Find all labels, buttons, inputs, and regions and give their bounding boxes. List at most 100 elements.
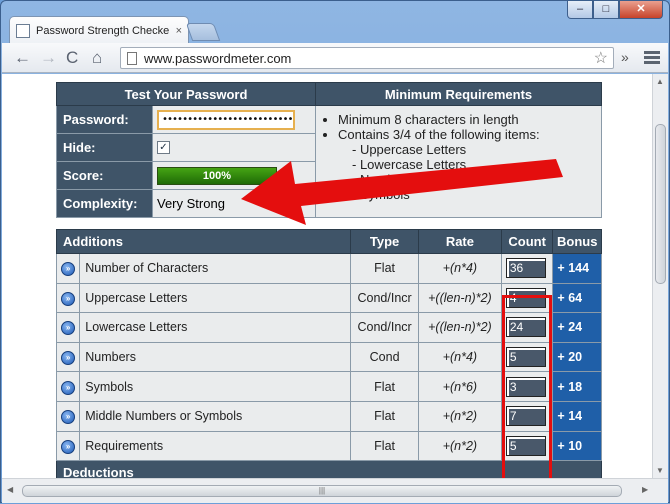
count-header: Count	[500, 229, 554, 254]
menu-icon[interactable]	[644, 49, 660, 65]
tab-close-icon[interactable]: ×	[176, 25, 182, 37]
row-info-cell: »	[55, 430, 81, 462]
window-caption-buttons: – □ ✕	[567, 1, 663, 19]
row-type: Flat	[350, 430, 419, 462]
row-count-cell: 4	[500, 282, 554, 314]
close-window-button[interactable]: ✕	[619, 1, 663, 19]
scroll-right-icon[interactable]: ▶	[642, 485, 648, 494]
row-type: Cond/Incr	[350, 282, 419, 314]
additions-table: Additions Type Rate Count Bonus » Number …	[55, 229, 602, 478]
row-rate: +((len-n)*2)	[417, 312, 502, 343]
password-input[interactable]: ••••••••••••••••••••••••••••••	[157, 109, 295, 130]
page-favicon-icon	[16, 23, 30, 38]
row-type: Flat	[350, 400, 419, 432]
row-info-cell: »	[55, 282, 81, 314]
score-cell: 100%	[152, 161, 316, 190]
count-field: 4	[505, 287, 546, 308]
table-row: » Middle Numbers or Symbols Flat +(n*2) 7 + 1…	[55, 400, 602, 432]
forward-arrow-icon[interactable]: →	[40, 48, 57, 68]
count-field: 36	[505, 258, 546, 279]
new-tab-button[interactable]	[185, 23, 221, 41]
row-name: Requirements	[79, 430, 352, 462]
home-icon[interactable]: ⌂	[92, 48, 102, 68]
row-name: Numbers	[79, 341, 352, 373]
hide-checkbox[interactable]: ✓	[157, 141, 170, 154]
vertical-scroll-thumb[interactable]	[655, 124, 666, 284]
count-field: 7	[505, 406, 546, 427]
row-type: Flat	[350, 253, 419, 284]
count-field: 5	[505, 435, 546, 456]
count-field: 5	[505, 347, 546, 368]
password-label: Password:	[56, 105, 153, 134]
requirement-subitem: - Uppercase Letters	[352, 142, 467, 157]
horizontal-scrollbar[interactable]: ◀ ||| ▶	[2, 478, 668, 503]
page-viewport: Test Your Password Minimum Requirements …	[2, 74, 652, 478]
address-bar[interactable]: www.passwordmeter.com ☆	[120, 47, 614, 69]
row-bonus: + 18	[552, 371, 602, 402]
row-rate: +(n*2)	[417, 430, 502, 462]
table-row: » Requirements Flat +(n*2) 5 + 10	[55, 430, 602, 462]
table-row: » Lowercase Letters Cond/Incr +((len-n)*2) 2…	[55, 312, 602, 343]
browser-window: – □ ✕ Password Strength Checke × ← → C ⌂…	[0, 0, 670, 503]
row-bonus: + 10	[552, 430, 602, 462]
scroll-left-icon[interactable]: ◀	[7, 485, 13, 494]
row-count-cell: 3	[500, 371, 554, 402]
horizontal-scroll-thumb[interactable]: |||	[22, 485, 622, 497]
page-content: Test Your Password Minimum Requirements …	[55, 82, 602, 478]
count-field: 24	[505, 317, 546, 338]
expand-info-icon[interactable]: »	[61, 410, 76, 425]
hide-label: Hide:	[56, 133, 153, 162]
count-field: 3	[505, 376, 546, 397]
additions-header: Additions	[55, 229, 352, 254]
row-type: Cond/Incr	[350, 312, 419, 343]
row-count-cell: 24	[500, 312, 554, 343]
requirement-subitem: - Numbers	[352, 172, 413, 187]
row-bonus: + 14	[552, 400, 602, 432]
maximize-button[interactable]: □	[593, 1, 619, 19]
minimize-button[interactable]: –	[567, 1, 593, 19]
row-rate: +(n*6)	[417, 371, 502, 402]
row-info-cell: »	[55, 341, 81, 373]
scroll-down-icon[interactable]: ▼	[656, 466, 664, 475]
hide-cell: ✓	[152, 133, 316, 162]
test-password-table: Test Your Password Minimum Requirements …	[56, 82, 602, 218]
row-bonus: + 144	[552, 253, 602, 284]
tab-password-strength[interactable]: Password Strength Checke ×	[9, 16, 189, 44]
expand-info-icon[interactable]: »	[61, 262, 76, 277]
row-name: Symbols	[79, 371, 352, 402]
expand-info-icon[interactable]: »	[61, 380, 76, 395]
deductions-header: Deductions	[56, 460, 602, 478]
bonus-header: Bonus	[552, 229, 602, 254]
table-row: » Numbers Cond +(n*4) 5 + 20	[55, 341, 602, 373]
rate-header: Rate	[417, 229, 502, 254]
expand-info-icon[interactable]: »	[61, 321, 76, 336]
tab-title: Password Strength Checke	[36, 24, 170, 37]
row-info-cell: »	[55, 371, 81, 402]
score-bar: 100%	[157, 166, 277, 185]
expand-info-icon[interactable]: »	[61, 351, 76, 366]
complexity-value: Very Strong	[152, 189, 316, 218]
browser-toolbar: ← → C ⌂ www.passwordmeter.com ☆ »	[2, 43, 668, 73]
reload-icon[interactable]: C	[66, 48, 78, 68]
address-url[interactable]: www.passwordmeter.com	[144, 51, 594, 66]
row-bonus: + 20	[552, 341, 602, 373]
bookmark-star-icon[interactable]: ☆	[594, 48, 608, 68]
row-type: Flat	[350, 371, 419, 402]
scroll-up-icon[interactable]: ▲	[656, 77, 664, 86]
expand-info-icon[interactable]: »	[61, 291, 76, 306]
row-type: Cond	[350, 341, 419, 373]
back-arrow-icon[interactable]: ←	[14, 48, 31, 68]
row-name: Middle Numbers or Symbols	[79, 400, 352, 432]
complexity-label: Complexity:	[56, 189, 153, 218]
test-password-header: Test Your Password	[56, 82, 316, 106]
requirement-item: Contains 3/4 of the following items:	[338, 127, 595, 142]
row-info-cell: »	[55, 312, 81, 343]
page-icon	[127, 51, 137, 65]
password-cell: ••••••••••••••••••••••••••••••	[152, 105, 316, 134]
more-extensions-icon[interactable]: »	[621, 49, 629, 65]
table-row: » Uppercase Letters Cond/Incr +((len-n)*2) 4…	[55, 282, 602, 314]
vertical-scrollbar[interactable]: ▲ ▼	[652, 74, 668, 478]
row-rate: +(n*4)	[417, 253, 502, 284]
row-count-cell: 36	[500, 253, 554, 284]
expand-info-icon[interactable]: »	[61, 439, 76, 454]
